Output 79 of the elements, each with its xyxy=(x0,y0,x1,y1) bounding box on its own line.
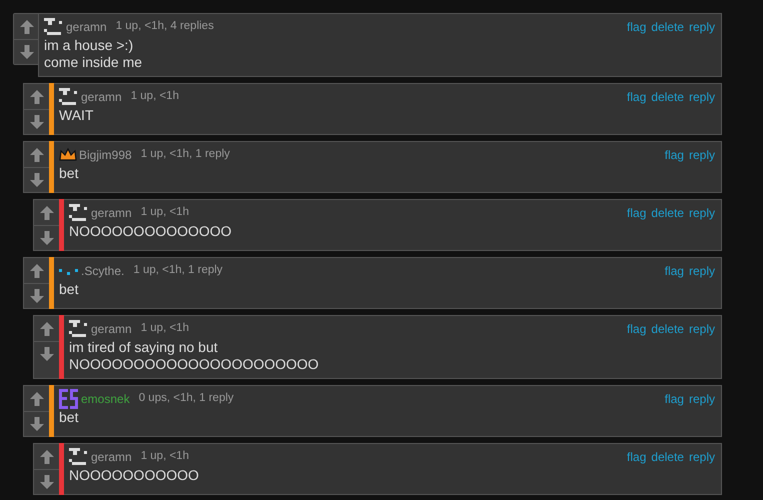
arrow-down-icon xyxy=(18,44,34,60)
arrow-down-icon xyxy=(28,288,44,304)
comment-text: im tired of saying no but xyxy=(69,339,219,356)
thread-bar xyxy=(49,385,54,437)
action-link[interactable]: flag xyxy=(626,204,646,222)
comment-text: NOOOOOOOOOOOOOOOOOOOOOO xyxy=(69,356,320,373)
action-link[interactable]: delete xyxy=(651,448,684,466)
action-link[interactable]: flag xyxy=(626,18,646,36)
comment-text: NOOOOOOOOOOO xyxy=(69,467,200,484)
thread-bar xyxy=(49,257,54,309)
username[interactable]: geramn xyxy=(91,320,132,338)
action-link[interactable]: flag xyxy=(626,448,646,466)
arrow-up-icon xyxy=(18,18,34,34)
action-link[interactable]: flag xyxy=(664,262,684,280)
thread-bar xyxy=(59,315,64,379)
dots-avatar-icon xyxy=(59,266,79,276)
action-link[interactable]: reply xyxy=(688,262,715,280)
comment-text: come inside me xyxy=(44,54,144,71)
comment-meta: 1 up, <1h, 4 replies xyxy=(116,19,214,34)
action-link[interactable]: reply xyxy=(688,390,715,408)
username[interactable]: geramn xyxy=(91,204,132,222)
thread-bar xyxy=(59,443,64,495)
thread-bar xyxy=(59,199,64,251)
action-link[interactable]: reply xyxy=(688,448,715,466)
comment-meta: 1 up, <1h xyxy=(140,205,189,220)
comment-meta: 1 up, <1h, 1 reply xyxy=(133,263,223,278)
block-avatar-icon xyxy=(69,320,89,338)
action-link[interactable]: reply xyxy=(688,18,715,36)
action-link[interactable]: flag xyxy=(626,320,646,338)
block-avatar-icon xyxy=(59,88,79,106)
comment-text: bet xyxy=(59,165,80,182)
username[interactable]: Bigjim998 xyxy=(79,146,132,164)
action-link[interactable]: delete xyxy=(651,320,684,338)
block-avatar-icon xyxy=(44,18,64,36)
comment-text: bet xyxy=(59,409,80,426)
username[interactable]: geramn xyxy=(91,448,132,466)
username[interactable]: geramn xyxy=(66,18,107,36)
comment-meta: 1 up, <1h xyxy=(130,89,179,104)
action-link[interactable]: reply xyxy=(688,88,715,106)
comment-text: WAIT xyxy=(59,107,94,124)
comment-text: bet xyxy=(59,281,80,298)
thread-bar xyxy=(49,83,54,135)
block-avatar-icon xyxy=(69,204,89,222)
comment-meta: 1 up, <1h xyxy=(140,321,189,336)
arrow-up-icon xyxy=(28,88,44,104)
arrow-up-icon xyxy=(28,262,44,278)
arrow-up-icon xyxy=(38,204,54,220)
downvote-button[interactable] xyxy=(14,39,39,64)
comment-meta: 0 ups, <1h, 1 reply xyxy=(138,391,234,406)
action-link[interactable]: reply xyxy=(688,320,715,338)
arrow-down-icon xyxy=(28,172,44,188)
arrow-down-icon xyxy=(38,230,54,246)
arrow-up-icon xyxy=(38,448,54,464)
username[interactable]: emosnek xyxy=(81,390,130,408)
action-link[interactable]: flag xyxy=(664,390,684,408)
action-link[interactable]: flag xyxy=(664,146,684,164)
comment-meta: 1 up, <1h, 1 reply xyxy=(140,147,230,162)
action-link[interactable]: reply xyxy=(688,146,715,164)
username[interactable]: geramn xyxy=(81,88,122,106)
arrow-down-icon xyxy=(38,474,54,490)
comment-text: NOOOOOOOOOOOOOO xyxy=(69,223,233,240)
arrow-up-icon xyxy=(28,146,44,162)
username[interactable]: .Scythe. xyxy=(81,262,124,280)
action-link[interactable]: reply xyxy=(688,204,715,222)
arrow-down-icon xyxy=(28,114,44,130)
action-link[interactable]: delete xyxy=(651,88,684,106)
action-link[interactable]: delete xyxy=(651,204,684,222)
action-link[interactable]: flag xyxy=(626,88,646,106)
block-avatar-icon xyxy=(69,448,89,466)
arrow-down-icon xyxy=(38,346,54,362)
comment-meta: 1 up, <1h xyxy=(140,449,189,464)
block-letter-avatar-icon xyxy=(59,389,79,409)
arrow-up-icon xyxy=(28,390,44,406)
action-link[interactable]: delete xyxy=(651,18,684,36)
arrow-down-icon xyxy=(28,416,44,432)
thread-bar xyxy=(49,141,54,193)
crown-icon xyxy=(59,148,77,162)
arrow-up-icon xyxy=(38,320,54,336)
comment-text: im a house >:) xyxy=(44,37,134,54)
